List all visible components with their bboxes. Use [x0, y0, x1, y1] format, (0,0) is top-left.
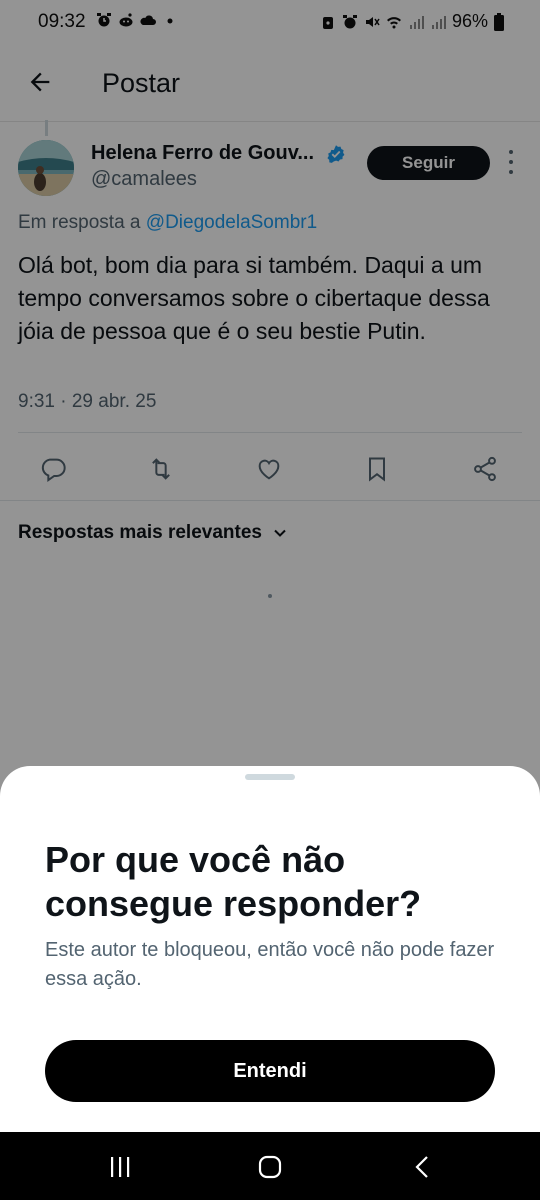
understood-button[interactable]: Entendi	[45, 1040, 495, 1102]
recent-apps-icon	[111, 1157, 130, 1177]
sheet-title: Por que você não consegue responder?	[45, 839, 422, 924]
chevron-left-icon	[415, 1156, 428, 1178]
back-nav-button[interactable]	[402, 1150, 442, 1184]
home-icon	[258, 1155, 282, 1179]
app-screen: 09:32 96% Postar Helena Ferro de Gouv...…	[0, 0, 540, 1200]
bottom-sheet: Por que você não consegue responder? Est…	[0, 766, 540, 1136]
sheet-drag-handle[interactable]	[245, 774, 295, 780]
sheet-body: Este autor te bloqueou, então você não p…	[45, 939, 495, 990]
recent-apps-button[interactable]	[100, 1150, 140, 1184]
home-button[interactable]	[250, 1150, 290, 1184]
system-nav-bar	[0, 1132, 540, 1200]
